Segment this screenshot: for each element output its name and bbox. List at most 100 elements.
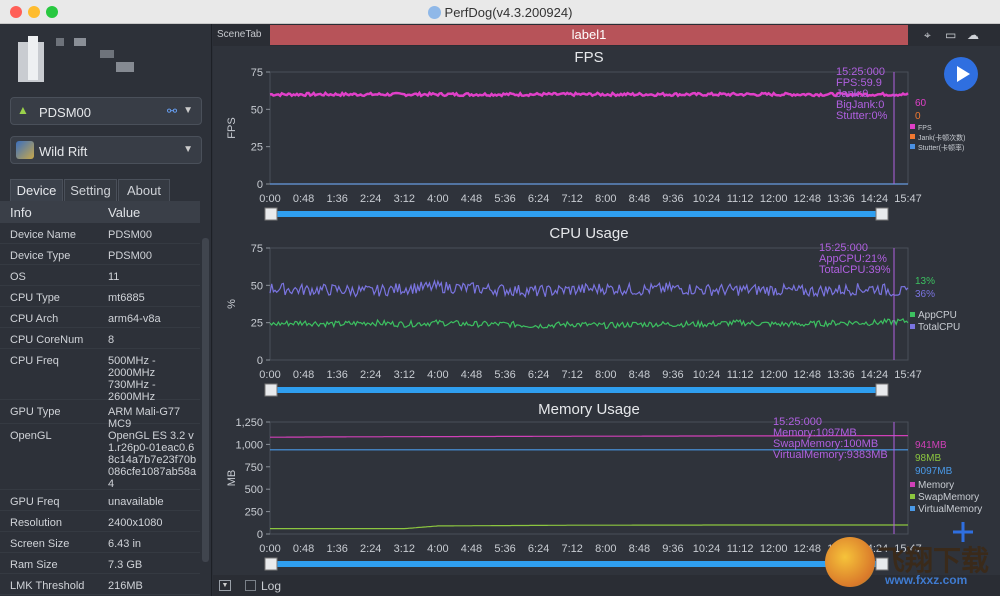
y-tick-label: 750	[245, 462, 263, 474]
tab-setting[interactable]: Setting	[64, 179, 117, 201]
y-tick-label: 500	[245, 484, 263, 496]
row-value: PDSM00	[108, 229, 153, 241]
x-tick-label: 3:12	[394, 369, 415, 381]
tooltip-line: Stutter:0%	[836, 110, 888, 122]
x-tick-label: 11:12	[727, 543, 754, 555]
table-row: GPU Type ARM Mali-G77 MC9	[0, 400, 200, 430]
row-key: Device Type	[10, 250, 71, 262]
table-row: CPU Arch arm64-v8a	[0, 307, 200, 328]
chart-0: FPS 0 25 50 75 FPS 0:00 0:48 1:36 2:24 3:12 4:00 4:4…	[226, 49, 965, 221]
x-tick-label: 3:12	[394, 543, 415, 555]
end-value-label: 98MB	[915, 453, 941, 464]
y-tick-label: 75	[251, 67, 263, 79]
end-value-label: 9097MB	[915, 466, 953, 477]
x-tick-label: 8:00	[595, 193, 616, 205]
window-title-text: PerfDog(v4.3.200924)	[444, 5, 573, 20]
user-avatar[interactable]	[12, 32, 138, 92]
row-value: 11	[108, 271, 120, 283]
x-tick-label: 4:00	[427, 369, 448, 381]
series-line-swapmemory	[270, 524, 908, 530]
x-tick-label: 4:48	[461, 543, 482, 555]
y-axis-label: FPS	[226, 117, 238, 138]
y-tick-label: 0	[257, 529, 263, 541]
x-tick-label: 4:48	[461, 193, 482, 205]
series-line-totalcpu	[269, 278, 909, 299]
x-tick-label: 2:24	[360, 369, 381, 381]
row-value: OpenGL ES 3.2 v1.r26p0-01eac0.68c14a7b7e…	[108, 430, 197, 490]
x-tick-label: 13:36	[827, 193, 855, 205]
row-value: 8	[108, 334, 115, 346]
slider-handle-start	[264, 557, 278, 571]
row-key: OS	[10, 271, 26, 283]
x-tick-label: 2:24	[360, 543, 381, 555]
x-tick-label: 12:00	[760, 369, 788, 381]
plot-frame	[269, 247, 909, 361]
legend-swatch	[910, 124, 915, 129]
y-tick-label: 0	[257, 355, 263, 367]
x-tick-label: 14:24	[861, 193, 889, 205]
row-value: 7.3 GB	[108, 559, 143, 571]
y-axis-label: %	[226, 299, 238, 309]
log-checkbox[interactable]	[245, 580, 256, 591]
android-icon: ▲	[17, 103, 29, 117]
window-title: PerfDog(v4.3.200924)	[0, 5, 1000, 20]
legend-label: AppCPU	[918, 310, 957, 321]
x-tick-label: 10:24	[693, 193, 721, 205]
row-value: arm64-v8a	[108, 313, 161, 325]
x-tick-label: 8:48	[629, 543, 650, 555]
x-tick-label: 10:24	[693, 369, 721, 381]
x-tick-label: 7:12	[561, 193, 582, 205]
perfdog-logo-icon	[427, 6, 441, 19]
tab-about[interactable]: About	[118, 179, 170, 201]
connection-icon[interactable]: ⚯	[167, 104, 177, 118]
x-tick-label: 7:12	[561, 369, 582, 381]
time-range-slider	[270, 387, 884, 393]
row-key: Device Name	[10, 229, 77, 241]
x-tick-label: 2:24	[360, 193, 381, 205]
tooltip-line: TotalCPU:39%	[819, 264, 891, 276]
device-info-table: Info Value Device Name PDSM00 Device Type P…	[0, 201, 200, 596]
device-select[interactable]: ▲ PDSM00 ⚯ ▼	[10, 97, 202, 125]
slider-handle-end	[875, 207, 889, 221]
legend-label: VirtualMemory	[918, 504, 982, 515]
x-tick-label: 12:48	[793, 369, 821, 381]
x-tick-label: 4:00	[427, 543, 448, 555]
x-tick-label: 1:36	[326, 543, 347, 555]
slider-handle-start	[264, 383, 278, 397]
end-value-label: 0	[915, 111, 921, 122]
x-tick-label: 12:48	[793, 543, 821, 555]
row-value: PDSM00	[108, 250, 153, 262]
device-select-label: PDSM00	[39, 105, 92, 120]
x-tick-label: 12:00	[760, 543, 788, 555]
sidebar-scrollbar[interactable]	[202, 238, 209, 562]
time-range-slider	[270, 561, 884, 567]
table-row: LMK Threshold 216MB	[0, 574, 200, 595]
watermark-url: www.fxxz.com	[885, 573, 968, 587]
play-button[interactable]	[944, 57, 978, 91]
app-select[interactable]: Wild Rift ▼	[10, 136, 202, 164]
x-tick-label: 0:48	[293, 193, 314, 205]
row-key: Resolution	[10, 517, 62, 529]
x-tick-label: 8:48	[629, 193, 650, 205]
row-value: 216MB	[108, 580, 143, 592]
collapse-log-button[interactable]: ▼	[219, 580, 231, 591]
x-tick-label: 7:12	[561, 543, 582, 555]
row-value: unavailable	[108, 496, 164, 508]
row-key: CPU Freq	[10, 355, 59, 367]
y-tick-label: 50	[251, 280, 263, 292]
x-tick-label: 8:48	[629, 369, 650, 381]
table-row: Ram Size 7.3 GB	[0, 553, 200, 574]
table-row: Device Name PDSM00	[0, 223, 200, 244]
legend-swatch	[910, 134, 915, 139]
y-tick-label: 25	[251, 318, 263, 330]
row-key: Ram Size	[10, 559, 58, 571]
x-tick-label: 12:48	[793, 193, 821, 205]
tab-device[interactable]: Device	[10, 179, 63, 201]
legend-swatch	[910, 312, 915, 317]
chevron-down-icon: ▼	[183, 105, 193, 116]
table-row: OS 11	[0, 265, 200, 286]
legend-swatch	[910, 482, 915, 487]
legend-label: Memory	[918, 480, 954, 491]
y-tick-label: 75	[251, 243, 263, 255]
legend-label: Stutter(卡顿率)	[918, 143, 964, 152]
